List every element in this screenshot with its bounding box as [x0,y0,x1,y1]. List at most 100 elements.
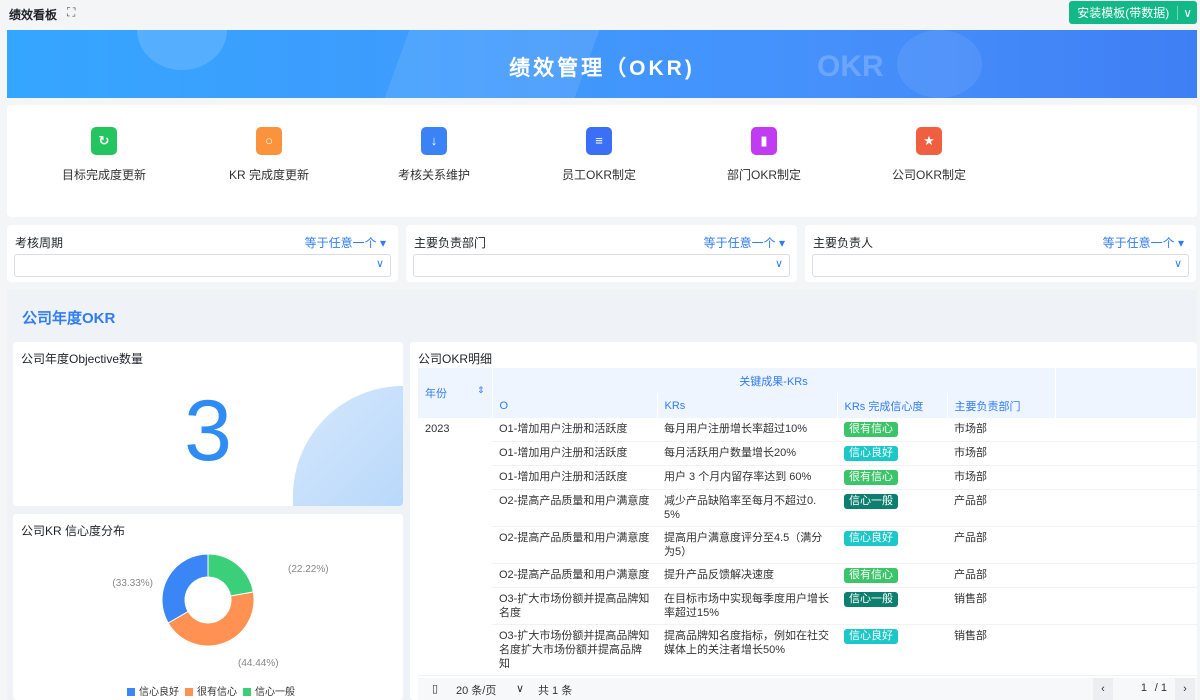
shortcut-1[interactable]: ○ KR 完成度更新 [199,127,339,183]
shortcut-3[interactable]: ≡ 员工OKR制定 [529,127,669,183]
kr-cell: 每月活跃用户数量增长20% [657,441,837,466]
filter-select[interactable]: ∨ [413,254,790,277]
table-row[interactable]: O2-提高产品质量和用户满意度 减少产品缺陷率至每月不超过0.5% 信心一般 产… [418,489,1197,527]
fullscreen-icon[interactable]: ⛶ [67,5,75,20]
o-cell: O3-扩大市场份额并提高品牌知名度 [492,587,657,625]
filter-select[interactable]: ∨ [14,254,391,277]
pagination: ▯ 20 条/页 ∨ 共 1 条 ‹ 1 / 1 › [418,678,1197,700]
shortcut-label: 员工OKR制定 [561,168,636,182]
slice-label: (44.44%) [238,658,279,669]
flag-icon: ★ [916,127,942,155]
card-title: 公司年度Objective数量 [21,352,144,366]
filter-operator[interactable]: 等于任意一个 ▾ [1103,234,1184,251]
kr-cell: 提高品牌知名度指标，例如在社交媒体上的关注者增长50% [657,624,837,676]
table-title: 公司OKR明细 [418,352,493,366]
col-confidence: KRs 完成信心度 [837,393,948,418]
o-cell: O2-提高产品质量和用户满意度 [492,526,657,564]
chevron-down-icon: ∨ [375,258,384,270]
page-size-select[interactable]: 20 条/页 [456,682,496,698]
col-year[interactable]: 年份 ⇕ [418,368,493,418]
banner-title: 绩效管理（OKR) [509,57,695,80]
slice-信心良好[interactable] [161,553,209,624]
dept-cell: 产品部 [947,489,1056,527]
chevron-down-icon[interactable]: ∨ [1177,5,1197,20]
table-row[interactable]: O1-增加用户注册和活跃度 用户 3 个月内留存率达到 60% 很有信心 市场部 [418,465,1197,490]
col-dept: 主要负责部门 [947,393,1056,418]
table-row[interactable]: O2-提高产品质量和用户满意度 提高用户满意度评分至4.5（满分为5） 信心良好… [418,526,1197,564]
filter-operator[interactable]: 等于任意一个 ▾ [305,234,386,251]
section-title: 公司年度OKR [22,310,116,327]
page-input[interactable]: 1 [1141,682,1147,694]
objective-count-value: 3 [184,383,232,479]
shortcut-label: 考核关系维护 [397,168,470,182]
shortcut-4[interactable]: ▮ 部门OKR制定 [694,127,834,183]
kr-cell: 减少产品缺陷率至每月不超过0.5% [657,489,837,527]
document-icon: ≡ [586,127,612,155]
box-icon: ○ [256,127,282,155]
col-krs: KRs [657,393,838,418]
confidence-badge: 很有信心 [844,568,898,583]
table-row[interactable]: O2-提高产品质量和用户满意度 提升产品反馈解决速度 很有信心 产品部 [418,563,1197,588]
year-cell: 2023 [418,418,492,676]
shortcut-label: 部门OKR制定 [726,168,801,182]
next-page-button[interactable]: › [1175,678,1195,700]
filter-1: 主要负责部门 等于任意一个 ▾ ∨ [406,225,797,282]
slice-信心一般[interactable] [207,553,254,597]
kr-cell: 提高用户满意度评分至4.5（满分为5） [657,526,837,564]
okr-table: 年份 ⇕ 关键成果-KRs O KRs KRs 完成信心度 主要负责部门 2023… [418,368,1198,676]
chevron-down-icon: ∨ [1173,258,1182,270]
shortcut-2[interactable]: ↓ 考核关系维护 [364,127,504,183]
chevron-down-icon[interactable]: ∨ [516,682,524,695]
confidence-badge: 信心良好 [844,531,898,546]
dashboard-title: 绩效看板 [9,8,58,22]
ribbon-icon: ↻ [91,127,117,155]
prev-page-button[interactable]: ‹ [1093,678,1113,700]
table-row[interactable]: 2023 O1-增加用户注册和活跃度 每月用户注册增长率超过10% 很有信心 市场… [418,418,1197,676]
legend-item[interactable]: 信心良好 [139,687,179,698]
dept-cell: 产品部 [947,563,1056,588]
o-cell: O1-增加用户注册和活跃度 [492,418,657,442]
install-template-button[interactable]: 安装模板(带数据) ∨ [1069,1,1197,24]
legend-item[interactable]: 很有信心 [197,687,237,698]
shortcut-5[interactable]: ★ 公司OKR制定 [859,127,999,183]
o-cell: O3-扩大市场份额并提高品牌知名度扩大市场份额并提高品牌知 [492,624,657,676]
objective-count-card: 公司年度Objective数量 3 [13,342,403,506]
chevron-down-icon: ∨ [774,258,783,270]
okr-detail-card: 公司OKR明细 年份 ⇕ 关键成果-KRs O KRs KRs 完成信心度 主要负… [410,342,1198,700]
confidence-badge: 信心一般 [844,592,898,607]
legend-item[interactable]: 信心一般 [255,687,295,698]
donut-chart: (22.22%) (44.44%) (33.33%) [112,553,329,669]
dept-cell: 市场部 [947,465,1056,490]
legend-swatch [127,688,135,696]
dept-cell: 销售部 [947,624,1056,676]
kr-cell: 每月用户注册增长率超过10% [657,418,837,442]
shortcut-label: KR 完成度更新 [228,168,309,182]
page-count: / 1 [1154,682,1167,694]
shortcut-panel: ↻ 目标完成度更新 ○ KR 完成度更新 ↓ 考核关系维护 ≡ 员工OKR制定 ▮ 部门OKR制定… [7,105,1197,217]
table-row[interactable]: O1-增加用户注册和活跃度 每月活跃用户数量增长20% 信心良好 市场部 [418,441,1197,466]
banner: OKR 绩效管理（OKR) [7,30,1197,98]
slice-label: (22.22%) [288,564,329,575]
dept-cell: 市场部 [947,418,1056,442]
dept-cell: 市场部 [947,441,1056,466]
filter-select[interactable]: ∨ [812,254,1189,277]
install-label: 安装模板(带数据) [1077,6,1170,20]
confidence-badge: 很有信心 [844,422,898,437]
filter-label: 主要负责部门 [414,236,487,250]
col-o: O [492,393,658,418]
o-cell: O2-提高产品质量和用户满意度 [492,489,657,527]
filter-0: 考核周期 等于任意一个 ▾ ∨ [7,225,398,282]
filter-2: 主要负责人 等于任意一个 ▾ ∨ [805,225,1196,282]
user-download-icon: ↓ [421,127,447,155]
kr-cell: 在目标市场中实现每季度用户增长率超过15% [657,587,837,625]
dept-cell: 产品部 [947,526,1056,564]
slice-label: (33.33%) [112,578,153,589]
kr-confidence-chart-card: 公司KR 信心度分布 (22.22%) (44.44%) (33.33%) 信心良好… [13,514,403,700]
shortcut-0[interactable]: ↻ 目标完成度更新 [34,127,174,183]
filter-operator[interactable]: 等于任意一个 ▾ [704,234,785,251]
kr-cell: 提升产品反馈解决速度 [657,563,837,588]
table-row[interactable]: O3-扩大市场份额并提高品牌知名度扩大市场份额并提高品牌知 提高品牌知名度指标，… [418,624,1197,676]
table-row[interactable]: O3-扩大市场份额并提高品牌知名度 在目标市场中实现每季度用户增长率超过15% … [418,587,1197,625]
confidence-badge: 信心良好 [844,629,898,644]
column-toggle-icon[interactable]: ▯ [432,682,438,695]
